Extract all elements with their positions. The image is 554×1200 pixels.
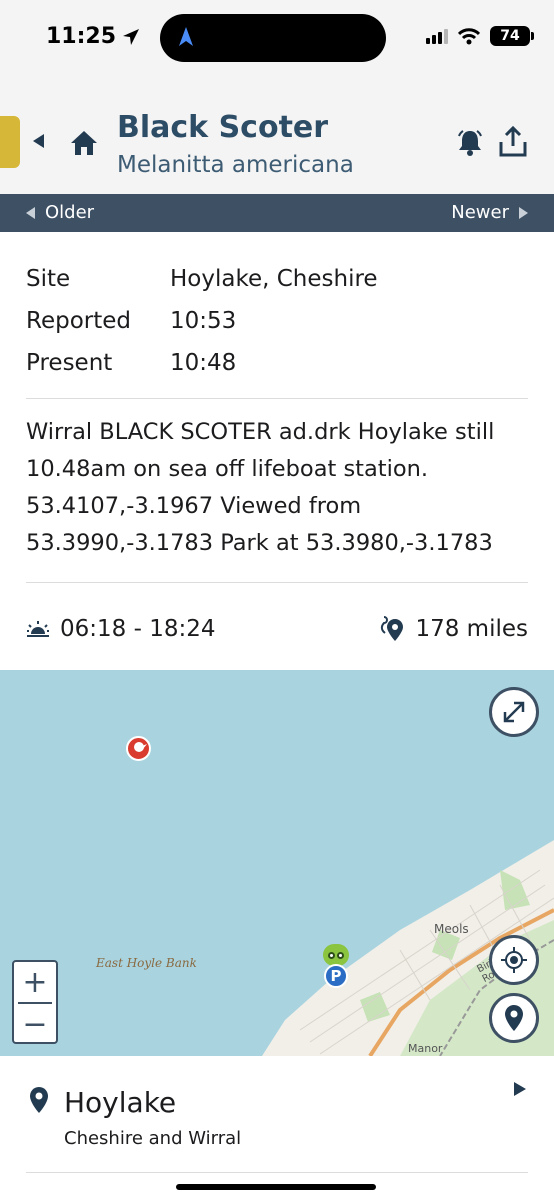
newer-label: Newer bbox=[451, 202, 509, 223]
location-pin-icon bbox=[30, 1087, 48, 1113]
home-indicator bbox=[176, 1184, 376, 1190]
detail-label: Reported bbox=[26, 308, 131, 334]
locate-me-button[interactable] bbox=[489, 935, 539, 985]
wifi-icon bbox=[458, 27, 480, 44]
expand-icon bbox=[503, 701, 525, 723]
directions-button[interactable] bbox=[489, 993, 539, 1043]
divider bbox=[26, 1172, 528, 1173]
location-arrow-icon bbox=[123, 28, 140, 45]
map-pin-icon bbox=[505, 1005, 523, 1031]
zoom-out-button[interactable]: − bbox=[14, 1004, 56, 1044]
crosshair-icon bbox=[501, 947, 527, 973]
dynamic-island bbox=[160, 14, 386, 62]
bird-sighting-marker[interactable] bbox=[126, 736, 151, 761]
location-name[interactable]: Hoylake bbox=[64, 1086, 176, 1119]
sun-times: 06:18 - 18:24 bbox=[26, 616, 216, 642]
share-icon[interactable] bbox=[498, 126, 528, 158]
map-land bbox=[262, 840, 554, 1056]
viewpoint-marker[interactable] bbox=[323, 944, 349, 966]
battery-icon: 74 bbox=[490, 26, 534, 46]
right-arrow-icon bbox=[519, 206, 528, 219]
older-button[interactable]: Older bbox=[26, 202, 94, 223]
detail-row-present: Present 10:48 bbox=[26, 342, 528, 384]
sighting-metrics: 06:18 - 18:24 178 miles bbox=[26, 608, 528, 650]
map-label-sandbank: East Hoyle Bank bbox=[96, 956, 197, 970]
zoom-control: + − bbox=[12, 960, 58, 1044]
bell-icon[interactable] bbox=[456, 128, 484, 156]
map-label-manor: Manor bbox=[408, 1042, 443, 1055]
sighting-details: Site Hoylake, Cheshire Reported 10:53 Pr… bbox=[26, 258, 528, 384]
zoom-in-button[interactable]: + bbox=[14, 962, 56, 1002]
location-region: Cheshire and Wirral bbox=[64, 1128, 242, 1149]
sunrise-icon bbox=[27, 621, 49, 637]
distance: 178 miles bbox=[377, 615, 528, 643]
status-time-group: 11:25 bbox=[46, 24, 140, 49]
species-title: Black Scoter bbox=[117, 110, 329, 145]
older-label: Older bbox=[45, 202, 95, 223]
navigation-arrow-icon bbox=[179, 27, 193, 46]
left-arrow-icon bbox=[26, 206, 35, 219]
species-latin-name: Melanitta americana bbox=[117, 152, 354, 178]
divider bbox=[26, 398, 528, 399]
detail-value: Hoylake, Cheshire bbox=[170, 266, 378, 292]
detail-label: Site bbox=[26, 266, 71, 292]
sighting-description: Wirral BLACK SCOTER ad.drk Hoylake still… bbox=[26, 419, 495, 556]
status-bar: 11:25 74 bbox=[0, 0, 554, 78]
status-indicators: 74 bbox=[426, 26, 534, 46]
species-header: Black Scoter Melanitta americana bbox=[0, 78, 554, 194]
status-time: 11:25 bbox=[46, 24, 117, 49]
divider bbox=[26, 582, 528, 583]
detail-value: 10:48 bbox=[170, 350, 237, 376]
expand-map-button[interactable] bbox=[489, 687, 539, 737]
map-view[interactable]: East Hoyle Bank Meols Birkenhead Road Ma… bbox=[0, 670, 554, 1056]
detail-value: 10:53 bbox=[170, 308, 237, 334]
detail-row-site: Site Hoylake, Cheshire bbox=[26, 258, 528, 300]
location-chevron-icon[interactable] bbox=[514, 1082, 526, 1096]
side-drawer-tab[interactable] bbox=[0, 116, 20, 168]
older-newer-bar: Older Newer bbox=[0, 194, 554, 232]
back-icon[interactable] bbox=[33, 134, 44, 148]
detail-label: Present bbox=[26, 350, 113, 376]
signal-icon bbox=[426, 28, 448, 44]
detail-row-reported: Reported 10:53 bbox=[26, 300, 528, 342]
newer-button[interactable]: Newer bbox=[451, 202, 528, 223]
distance-text: 178 miles bbox=[415, 616, 528, 642]
distance-pin-icon bbox=[381, 616, 404, 641]
bird-icon bbox=[134, 742, 147, 752]
home-icon[interactable] bbox=[70, 130, 98, 156]
sun-times-text: 06:18 - 18:24 bbox=[60, 616, 216, 642]
map-label-town: Meols bbox=[434, 922, 469, 936]
parking-marker[interactable]: P bbox=[324, 964, 348, 988]
